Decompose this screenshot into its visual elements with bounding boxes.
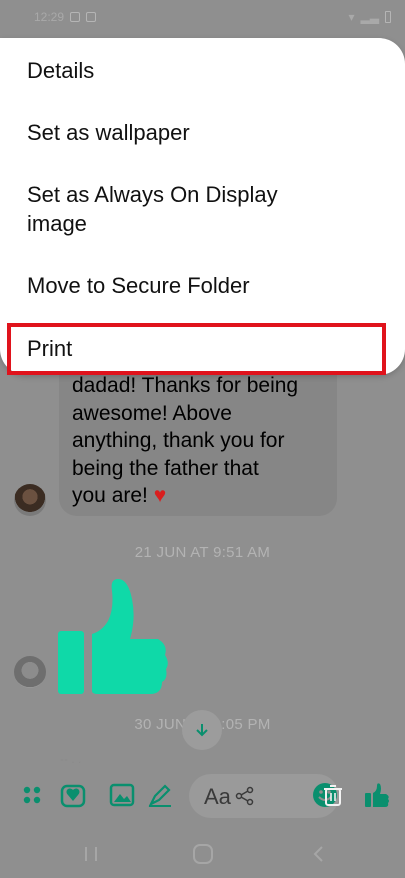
mic-pen-icon[interactable] <box>145 780 175 810</box>
message-line: anything, thank you for <box>72 429 285 452</box>
message-line: awesome! Above <box>72 401 232 425</box>
menu-dots-icon[interactable] <box>17 780 47 810</box>
timestamp: 21 JUN AT 9:51 AM <box>134 544 271 561</box>
back-icon[interactable] <box>306 841 332 867</box>
message-line: dadad! Thanks for being <box>72 374 299 397</box>
input-placeholder: Aa <box>204 784 231 809</box>
message-line: you are! <box>72 484 148 507</box>
battery-icon <box>385 11 391 23</box>
notification-icon <box>70 12 81 22</box>
avatar[interactable] <box>14 656 46 688</box>
arrow-down-icon <box>196 724 208 737</box>
signal-bars-icon: ▂▃ <box>360 10 379 24</box>
message-bubble[interactable]: dadad! Thanks for being awesome! Above a… <box>59 356 337 516</box>
like-icon[interactable] <box>362 780 392 810</box>
menu-item-move-secure-folder[interactable]: Move to Secure Folder <box>27 271 250 300</box>
status-time: 12:29 <box>34 10 65 24</box>
thumbs-up-sticker[interactable] <box>58 579 168 694</box>
status-bar: 12:29 ▾ ▂▃ <box>0 0 405 34</box>
home-icon[interactable] <box>190 841 216 867</box>
notification-icon <box>86 12 97 22</box>
menu-item-set-wallpaper[interactable]: Set as wallpaper <box>27 118 190 147</box>
menu-item-details[interactable]: Details <box>27 56 94 85</box>
highlight-box <box>7 323 386 375</box>
signal-icon: ▾ <box>348 10 355 24</box>
trash-icon[interactable] <box>318 780 348 810</box>
composer-toolbar: Aa <box>0 764 405 828</box>
recents-icon[interactable] <box>78 841 104 867</box>
menu-item-set-aod-image[interactable]: Set as Always On Display image <box>27 180 327 238</box>
message-line-last: you are! ♥ <box>72 482 325 510</box>
avatar[interactable] <box>14 484 46 516</box>
scroll-down-button[interactable] <box>182 710 222 750</box>
message-line: being the father that <box>72 456 259 480</box>
navigation-bar <box>0 828 405 878</box>
share-icon[interactable] <box>235 786 255 806</box>
heart-emoji: ♥ <box>153 484 167 507</box>
gif-sticker-icon[interactable] <box>58 780 88 810</box>
image-icon[interactable] <box>107 780 137 810</box>
